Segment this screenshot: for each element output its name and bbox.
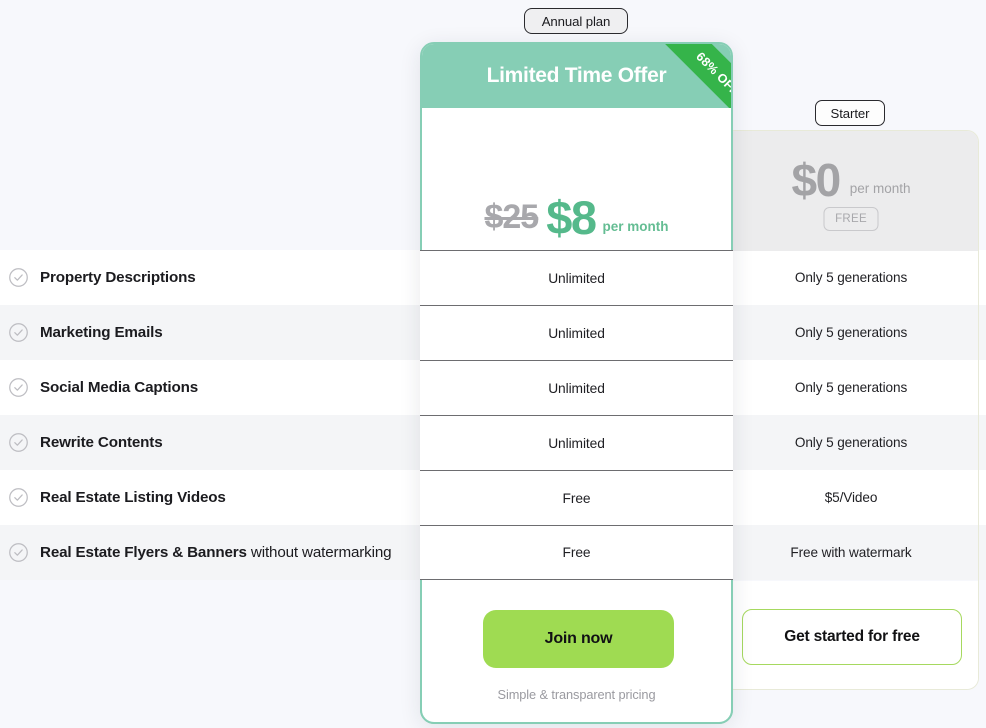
starter-price-period: per month: [849, 180, 911, 196]
featured-plan-cell: Free: [420, 470, 733, 525]
starter-plan-cell: Only 5 generations: [794, 435, 908, 450]
feature-label: Real Estate Flyers & Banners without wat…: [40, 543, 392, 561]
feature-row: Real Estate Flyers & Banners without wat…: [0, 525, 420, 580]
featured-plan-values: Unlimited Unlimited Unlimited Unlimited Free…: [420, 250, 733, 580]
featured-plan-cell: Unlimited: [420, 415, 733, 470]
featured-plan-cell: Free: [420, 525, 733, 580]
feature-label: Rewrite Contents: [40, 433, 163, 451]
feature-row: Marketing Emails: [0, 305, 420, 360]
starter-plan-cell: Only 5 generations: [794, 270, 908, 285]
join-now-button[interactable]: Join now: [483, 610, 674, 668]
feature-label-suffix: without watermarking: [246, 543, 392, 561]
feature-label: Marketing Emails: [40, 323, 163, 341]
starter-price: $0: [791, 154, 842, 206]
featured-plan-header: Limited Time Offer 68% OFF: [422, 44, 731, 108]
starter-plan-values: Only 5 generations Only 5 generations Only…: [723, 250, 979, 580]
featured-plan-cell: Unlimited: [420, 250, 733, 305]
starter-plan-cell: Only 5 generations: [794, 380, 908, 395]
featured-old-price: $25: [484, 198, 539, 236]
featured-price-period: per month: [602, 219, 669, 234]
feature-row: Property Descriptions: [0, 250, 420, 305]
feature-row: Real Estate Listing Videos: [0, 470, 420, 525]
featured-plan-cell: Unlimited: [420, 360, 733, 415]
featured-new-price: $8: [546, 191, 597, 244]
check-circle-icon: [8, 542, 29, 563]
feature-row: Social Media Captions: [0, 360, 420, 415]
feature-label: Social Media Captions: [40, 378, 199, 396]
starter-cta-panel: Get started for free: [724, 581, 978, 689]
starter-plan-pill[interactable]: Starter: [815, 100, 885, 126]
check-circle-icon: [8, 432, 29, 453]
feature-row: Rewrite Contents: [0, 415, 420, 470]
get-started-for-free-button[interactable]: Get started for free: [742, 609, 962, 665]
featured-plan-title: Limited Time Offer: [486, 64, 667, 87]
annual-plan-pill[interactable]: Annual plan: [524, 8, 628, 34]
check-circle-icon: [8, 322, 29, 343]
check-circle-icon: [8, 267, 29, 288]
featured-plan-cell: Unlimited: [420, 305, 733, 360]
starter-plan-cell: $5/Video: [824, 490, 878, 505]
check-circle-icon: [8, 487, 29, 508]
check-circle-icon: [8, 377, 29, 398]
featured-cta-zone: Join now Simple & transparent pricing: [420, 580, 733, 724]
starter-price-line: $0 per month: [724, 153, 978, 207]
starter-plan-header: $0 per month FREE: [724, 131, 978, 251]
featured-price-line: $25 $8 per month: [422, 190, 731, 245]
starter-plan-cell: Only 5 generations: [794, 325, 908, 340]
starter-plan-cell: Free with watermark: [790, 545, 912, 560]
starter-free-badge: FREE: [823, 207, 879, 231]
feature-list: Property Descriptions Marketing Emails Soc…: [0, 250, 420, 580]
feature-label: Real Estate Listing Videos: [40, 488, 226, 506]
feature-label: Property Descriptions: [40, 268, 196, 286]
pricing-tagline: Simple & transparent pricing: [497, 687, 656, 702]
